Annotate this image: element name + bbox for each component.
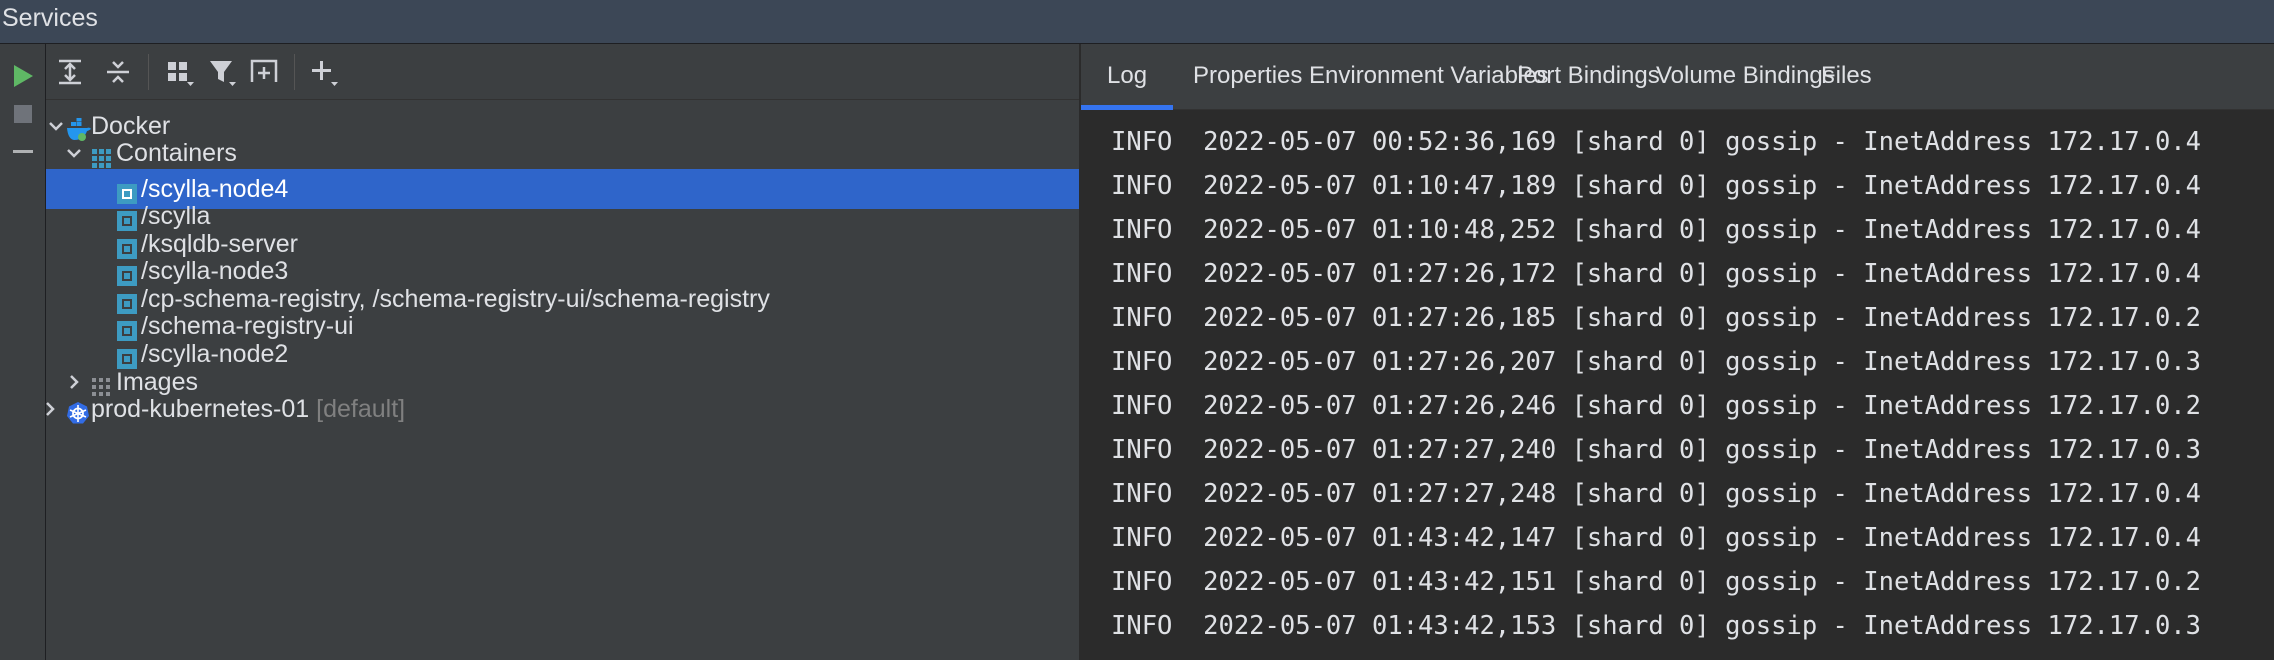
containers-icon — [90, 141, 114, 168]
title-bar: Services — [0, 0, 2274, 44]
details-panel: Log Properties Environment Variables Por… — [1081, 44, 2274, 660]
kubernetes-icon — [66, 397, 90, 424]
tab-log[interactable]: Log — [1081, 44, 1174, 110]
log-line: INFO 2022-05-07 01:27:26,246 [shard 0] g… — [1111, 391, 2202, 421]
collapse-all-icon[interactable] — [98, 52, 138, 92]
log-line: INFO 2022-05-07 01:27:27,240 [shard 0] g… — [1111, 435, 2202, 465]
toolbar-separator — [294, 54, 295, 90]
toolbar-separator — [148, 54, 149, 90]
services-tree-panel: Docker Containers /scylla-node4 /scylla … — [46, 44, 1079, 660]
log-line: INFO 2022-05-07 01:43:42,151 [shard 0] g… — [1111, 567, 2202, 597]
default-context-hint: [default] — [316, 395, 406, 423]
log-line: INFO 2022-05-07 01:10:48,252 [shard 0] g… — [1111, 215, 2202, 245]
log-output[interactable]: INFO 2022-05-07 00:52:36,169 [shard 0] g… — [1081, 110, 2274, 660]
log-line: INFO 2022-05-07 01:43:42,147 [shard 0] g… — [1111, 523, 2202, 553]
log-line: INFO 2022-05-07 01:10:47,189 [shard 0] g… — [1111, 171, 2202, 201]
tree-node-kubernetes[interactable]: prod-kubernetes-01 [default] — [46, 389, 1079, 429]
tree-label-containers: Containers — [116, 139, 237, 167]
group-by-icon[interactable] — [160, 52, 200, 92]
services-toolbar — [46, 44, 1079, 100]
run-icon[interactable] — [6, 59, 40, 93]
chevron-right-icon[interactable] — [40, 389, 60, 429]
services-tree: Docker Containers /scylla-node4 /scylla … — [46, 100, 1079, 660]
log-line: INFO 2022-05-07 01:43:42,153 [shard 0] g… — [1111, 611, 2202, 641]
kubernetes-context-name: prod-kubernetes-01 — [91, 395, 310, 423]
new-tab-icon[interactable] — [244, 52, 284, 92]
log-line: INFO 2022-05-07 01:27:26,185 [shard 0] g… — [1111, 303, 2202, 333]
expand-all-icon[interactable] — [50, 52, 90, 92]
log-line: INFO 2022-05-07 01:27:26,172 [shard 0] g… — [1111, 259, 2202, 289]
tree-node-containers[interactable]: Containers — [46, 133, 1079, 173]
left-gutter — [0, 44, 46, 660]
log-line: INFO 2022-05-07 01:27:27,248 [shard 0] g… — [1111, 479, 2202, 509]
stop-icon[interactable] — [6, 97, 40, 131]
details-tabs: Log Properties Environment Variables Por… — [1081, 44, 2274, 110]
log-text-area[interactable]: INFO 2022-05-07 00:52:36,169 [shard 0] g… — [1099, 120, 2274, 660]
minimize-icon[interactable] — [6, 135, 40, 169]
window-title: Services — [2, 4, 98, 32]
filter-icon[interactable] — [202, 52, 242, 92]
tab-files[interactable]: Files — [1795, 44, 1898, 110]
tree-label-kubernetes: prod-kubernetes-01 [default] — [91, 389, 405, 429]
log-line: INFO 2022-05-07 00:52:36,169 [shard 0] g… — [1111, 127, 2202, 157]
log-line: INFO 2022-05-07 01:27:26,207 [shard 0] g… — [1111, 347, 2202, 377]
chevron-down-icon[interactable] — [64, 133, 84, 173]
add-service-icon[interactable] — [304, 52, 344, 92]
